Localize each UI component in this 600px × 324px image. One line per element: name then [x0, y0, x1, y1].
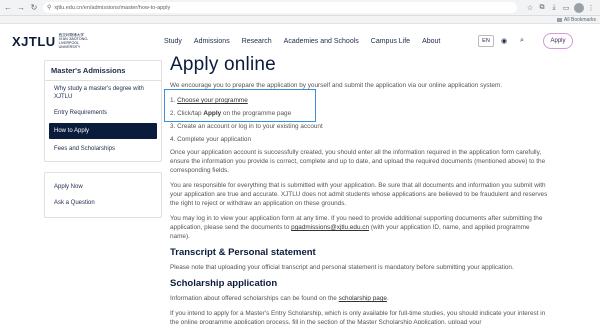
step-4: 4. Complete your application	[170, 136, 251, 143]
paragraph-responsibility: You are responsible for everything that …	[170, 182, 548, 207]
bookmarks-bar: All Bookmarks	[0, 16, 600, 24]
site-info-icon[interactable]: ⚲	[47, 4, 51, 11]
sidepanel-icon[interactable]: ▭	[561, 3, 571, 13]
sidebar: Master's Admissions Why study a master's…	[44, 60, 162, 218]
page-title: Apply online	[170, 54, 276, 75]
browser-tools: ☆ ⧉ ⤓ ▭ ⋮	[523, 2, 596, 13]
address-bar[interactable]: ⚲ xjtlu.edu.cn/en/admissions/master/how-…	[43, 2, 517, 13]
sidebar-item-ask-question[interactable]: Ask a Question	[45, 195, 161, 211]
paragraph-transcript: Please note that uploading your official…	[170, 264, 514, 271]
nav-campus-life[interactable]: Campus Life	[371, 38, 410, 45]
heading-scholarship: Scholarship application	[170, 278, 278, 289]
sidebar-menu: Master's Admissions Why study a master's…	[44, 60, 162, 162]
search-icon[interactable]: ⌕	[516, 35, 528, 47]
paragraph-account: Once your application account is success…	[170, 149, 546, 174]
sidebar-item-why-study[interactable]: Why study a master's degree with XJTLU	[45, 81, 161, 105]
download-icon[interactable]: ⤓	[549, 3, 559, 13]
main-nav: Study Admissions Research Academies and …	[164, 24, 440, 58]
sidebar-item-how-to-apply[interactable]: How to Apply	[49, 123, 157, 139]
menu-icon[interactable]: ⋮	[586, 3, 596, 13]
sidebar-actions: Apply Now Ask a Question	[44, 172, 162, 218]
sidebar-title: Master's Admissions	[45, 61, 161, 81]
back-icon[interactable]: ←	[3, 3, 13, 13]
logo-subtitle: 西交利物浦大学 XI'AN JIAOTONG-LIVERPOOL UNIVERS…	[58, 33, 89, 49]
language-switch[interactable]: EN	[478, 35, 494, 47]
step-3: 3. Create an account or log in to your e…	[170, 123, 323, 130]
nav-admissions[interactable]: Admissions	[194, 38, 230, 45]
sidebar-item-entry-requirements[interactable]: Entry Requirements	[45, 105, 161, 121]
paragraph-documents: You may log in to view your application …	[170, 215, 543, 240]
nav-academies[interactable]: Academies and Schools	[284, 38, 359, 45]
paragraph-scholarship-apply: If you intend to apply for a Master's En…	[170, 310, 546, 324]
apply-button[interactable]: Apply	[543, 33, 573, 49]
reload-icon[interactable]: ↻	[29, 3, 39, 13]
heading-transcript: Transcript & Personal statement	[170, 247, 316, 258]
star-icon[interactable]: ☆	[525, 3, 535, 13]
sidebar-item-apply-now[interactable]: Apply Now	[45, 179, 161, 195]
browser-toolbar: ← → ↻ ⚲ xjtlu.edu.cn/en/admissions/maste…	[0, 0, 600, 16]
all-bookmarks-button[interactable]: All Bookmarks	[557, 16, 596, 24]
site-header: XJTLU 西交利物浦大学 XI'AN JIAOTONG-LIVERPOOL U…	[0, 24, 600, 58]
nav-study[interactable]: Study	[164, 38, 182, 45]
highlight-box	[164, 89, 316, 122]
profile-avatar[interactable]	[574, 2, 584, 13]
nav-about[interactable]: About	[422, 38, 440, 45]
accessibility-icon[interactable]: ◉	[498, 35, 510, 47]
folder-icon	[557, 17, 563, 22]
url-text: xjtlu.edu.cn/en/admissions/master/how-to…	[54, 4, 171, 11]
nav-research[interactable]: Research	[242, 38, 272, 45]
sidebar-item-fees[interactable]: Fees and Scholarships	[45, 141, 161, 157]
logo-text: XJTLU	[12, 33, 56, 49]
scholarship-page-link[interactable]: scholarship page	[339, 295, 387, 302]
site-logo[interactable]: XJTLU 西交利物浦大学 XI'AN JIAOTONG-LIVERPOOL U…	[12, 33, 91, 49]
paragraph-scholarship-info: Information about offered scholarships c…	[170, 295, 389, 302]
extensions-icon[interactable]: ⧉	[537, 3, 547, 13]
email-link[interactable]: pgadmissions@xjtlu.edu.cn	[291, 224, 369, 231]
forward-icon[interactable]: →	[16, 3, 26, 13]
